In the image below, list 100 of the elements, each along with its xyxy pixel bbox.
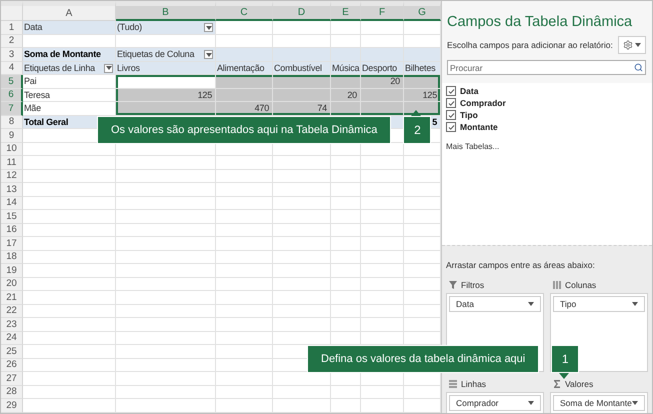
filter-icon <box>449 281 457 289</box>
field-dropdown[interactable]: Data <box>449 296 541 312</box>
table-cell <box>273 170 331 183</box>
column-header[interactable]: B <box>116 1 216 21</box>
table-cell <box>216 291 273 304</box>
table-cell: (Tudo) <box>116 21 216 34</box>
table-cell <box>216 386 273 399</box>
table-cell <box>216 196 273 210</box>
row-header[interactable]: 18 <box>1 250 23 264</box>
row-header[interactable]: 4 <box>1 62 23 75</box>
column-header[interactable]: C <box>216 1 273 21</box>
table-cell: Etiquetas de Linha <box>23 62 116 75</box>
settings-button[interactable] <box>618 36 646 54</box>
table-cell <box>273 34 331 48</box>
table-cell: Etiquetas de Coluna <box>116 48 216 62</box>
row-header[interactable]: 5 <box>1 75 23 88</box>
table-cell <box>361 237 404 250</box>
column-header[interactable]: A <box>23 1 116 21</box>
row-header[interactable]: 17 <box>1 237 23 250</box>
row-header[interactable]: 3 <box>1 48 23 62</box>
row-header[interactable]: 27 <box>1 372 23 386</box>
row-header[interactable]: 2 <box>1 34 23 48</box>
row-header[interactable]: 11 <box>1 156 23 170</box>
column-header[interactable]: F <box>361 1 404 21</box>
row-header[interactable]: 23 <box>1 318 23 332</box>
row-header[interactable]: 7 <box>1 102 23 116</box>
row-header[interactable]: 21 <box>1 291 23 304</box>
row-header[interactable]: 13 <box>1 183 23 196</box>
row-header[interactable]: 16 <box>1 224 23 237</box>
table-cell: 20 <box>331 88 361 102</box>
row-header[interactable]: 29 <box>1 399 23 412</box>
row-header[interactable]: 14 <box>1 196 23 210</box>
table-cell <box>331 386 361 399</box>
table-cell <box>216 156 273 170</box>
table-cell <box>361 250 404 264</box>
table-cell <box>331 196 361 210</box>
search-box[interactable]: Procurar <box>447 60 646 75</box>
table-cell <box>331 34 361 48</box>
row-header[interactable]: 22 <box>1 304 23 318</box>
row-header[interactable]: 20 <box>1 278 23 291</box>
table-cell: 125 <box>404 88 441 102</box>
table-cell <box>273 372 331 386</box>
caret-icon <box>528 302 534 306</box>
search-icon <box>634 63 643 72</box>
area-label: Colunas <box>565 280 596 290</box>
table-cell <box>361 156 404 170</box>
field-checkbox[interactable]: Data <box>446 86 648 96</box>
table-cell <box>331 264 361 278</box>
filter-dropdown-button[interactable] <box>204 50 213 59</box>
table-cell: Música <box>331 62 361 75</box>
field-checkbox[interactable]: Comprador <box>446 98 648 108</box>
row-header[interactable]: 10 <box>1 142 23 156</box>
row-header[interactable]: 9 <box>1 129 23 142</box>
pane-title: Campos da Tabela Dinâmica <box>447 14 632 30</box>
search-field[interactable]: Procurar <box>450 62 634 72</box>
table-cell <box>216 318 273 332</box>
row-header[interactable]: 12 <box>1 170 23 183</box>
table-cell <box>273 291 331 304</box>
table-cell: Combustível <box>273 62 331 75</box>
column-header[interactable]: E <box>331 1 361 21</box>
field-checkbox[interactable]: Montante <box>446 122 648 132</box>
field-checkbox[interactable]: Tipo <box>446 110 648 120</box>
row-header[interactable]: 26 <box>1 358 23 372</box>
row-header[interactable]: 25 <box>1 345 23 358</box>
table-cell: Soma de Montante <box>23 48 116 62</box>
filter-dropdown-button[interactable] <box>204 23 213 32</box>
table-cell <box>361 304 404 318</box>
row-header[interactable]: 24 <box>1 332 23 345</box>
field-dropdown[interactable]: Tipo <box>553 296 645 312</box>
row-header[interactable]: 28 <box>1 386 23 399</box>
table-cell <box>361 170 404 183</box>
more-tables-link[interactable]: Mais Tabelas... <box>446 142 500 151</box>
table-cell <box>216 224 273 237</box>
table-cell <box>361 291 404 304</box>
table-cell <box>361 183 404 196</box>
callout-number: 2 <box>403 116 432 144</box>
table-cell <box>273 304 331 318</box>
table-cell <box>331 278 361 291</box>
table-cell <box>361 34 404 48</box>
table-cell <box>216 170 273 183</box>
column-header[interactable]: D <box>273 1 331 21</box>
table-cell <box>216 210 273 224</box>
row-header[interactable]: 19 <box>1 264 23 278</box>
table-cell <box>361 264 404 278</box>
table-cell <box>216 237 273 250</box>
table-cell <box>273 210 331 224</box>
table-cell <box>331 224 361 237</box>
column-header[interactable]: G <box>404 1 441 21</box>
table-cell <box>331 372 361 386</box>
table-cell <box>331 318 361 332</box>
row-header[interactable]: 6 <box>1 88 23 102</box>
table-cell <box>216 278 273 291</box>
row-header[interactable]: 8 <box>1 116 23 129</box>
row-header[interactable]: 1 <box>1 21 23 34</box>
table-cell <box>331 210 361 224</box>
row-header[interactable]: 15 <box>1 210 23 224</box>
gear-icon <box>623 40 633 50</box>
callout-pointer <box>411 110 422 116</box>
table-cell <box>331 332 361 345</box>
filter-dropdown-button[interactable] <box>104 64 113 72</box>
